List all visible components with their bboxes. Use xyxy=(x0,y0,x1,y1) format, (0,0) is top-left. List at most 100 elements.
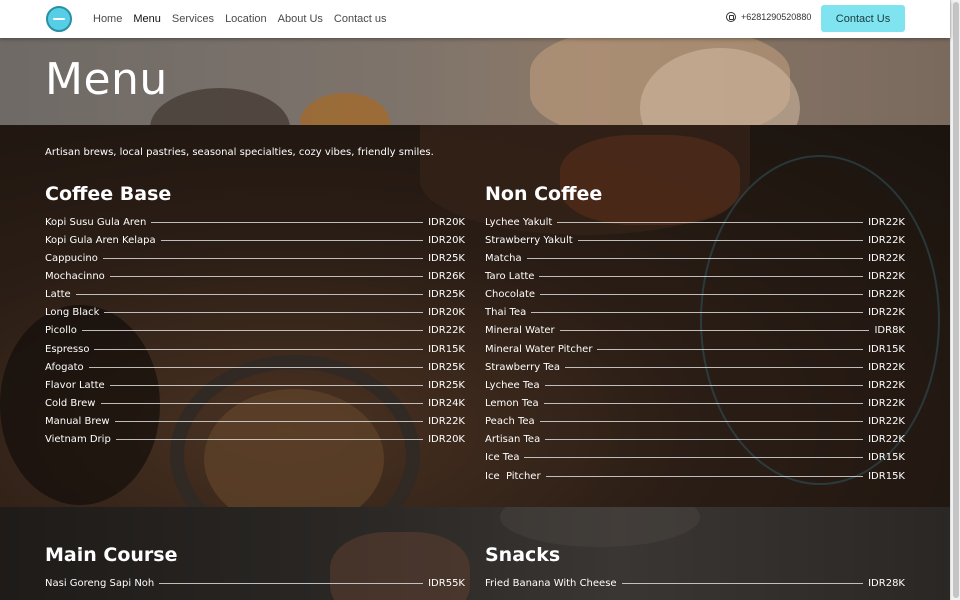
menu-item: Cold Brew IDR24K xyxy=(45,394,465,412)
nav-link-about-us[interactable]: About Us xyxy=(278,13,323,25)
menu-item: Manual Brew IDR22K xyxy=(45,413,465,431)
menu-item-name: Long Black xyxy=(45,307,100,319)
menu-item-leader-line xyxy=(102,257,424,259)
menu-item-price: IDR22K xyxy=(868,361,905,373)
menu-item: Afogato IDR25K xyxy=(45,358,465,376)
menu-item-leader-line xyxy=(545,475,864,477)
menu-item-name: Lychee Yakult xyxy=(485,216,553,228)
menu-item-leader-line xyxy=(544,384,864,386)
menu-item-price: IDR15K xyxy=(868,343,905,355)
menu-item-leader-line xyxy=(100,402,424,404)
navbar: Home Menu Services Location About Us Con… xyxy=(0,0,950,38)
menu-item-price: IDR22K xyxy=(868,270,905,282)
menu-item-price: IDR25K xyxy=(428,289,465,301)
nav-link-contact-us[interactable]: Contact us xyxy=(334,13,387,25)
menu-item: Espresso IDR15K xyxy=(45,340,465,358)
page-scrollbar[interactable] xyxy=(950,0,960,600)
menu-item: Kopi Susu Gula Aren IDR20K xyxy=(45,213,465,231)
menu-item-leader-line xyxy=(543,402,864,404)
menu-item-name: Mineral Water Pitcher xyxy=(485,343,593,355)
menu-item-leader-line xyxy=(524,457,864,459)
menu-item-name: Strawberry Tea xyxy=(485,361,561,373)
menu-item: Mochacinno IDR26K xyxy=(45,267,465,285)
menu-item-name: Ice Tea xyxy=(485,452,520,464)
menu-item-price: IDR24K xyxy=(428,397,465,409)
menu-item-leader-line xyxy=(557,221,864,223)
category-title-coffee: Coffee Base xyxy=(45,183,172,205)
menu-item-leader-line xyxy=(94,348,424,350)
phone-number: +6281290520880 xyxy=(741,12,812,22)
menu-item: Mineral Water IDR8K xyxy=(485,322,905,340)
menu-item-name: Fried Banana With Cheese xyxy=(485,577,617,589)
menu-item-name: Cold Brew xyxy=(45,397,96,409)
main-course-menu-list: Nasi Goreng Sapi Noh IDR55K xyxy=(45,574,465,592)
menu-item-leader-line xyxy=(597,348,864,350)
bg-shape xyxy=(500,507,700,547)
menu-item-price: IDR22K xyxy=(868,216,905,228)
menu-item-price: IDR22K xyxy=(868,252,905,264)
menu-item-name: Manual Brew xyxy=(45,416,110,428)
menu-item: Flavor Latte IDR25K xyxy=(45,376,465,394)
menu-item-leader-line xyxy=(621,582,864,584)
menu-item-leader-line xyxy=(539,421,864,423)
nav-link-location[interactable]: Location xyxy=(225,13,267,25)
menu-item-price: IDR22K xyxy=(868,434,905,446)
menu-item-price: IDR15K xyxy=(428,343,465,355)
menu-item-price: IDR20K xyxy=(428,434,465,446)
menu-item-leader-line xyxy=(151,221,424,223)
menu-item: Lychee Yakult IDR22K xyxy=(485,213,905,231)
menu-item: Nasi Goreng Sapi Noh IDR55K xyxy=(45,574,465,592)
menu-item: Peach Tea IDR22K xyxy=(485,413,905,431)
menu-item-price: IDR22K xyxy=(868,289,905,301)
logo-mark xyxy=(53,18,65,20)
menu-item-leader-line xyxy=(531,312,864,314)
menu-item: Strawberry Yakult IDR22K xyxy=(485,231,905,249)
menu-item-leader-line xyxy=(109,384,424,386)
bg-shape xyxy=(560,135,740,225)
hero-bg-shape xyxy=(300,93,390,125)
menu-item-name: Espresso xyxy=(45,343,90,355)
menu-item: Picollo IDR22K xyxy=(45,322,465,340)
nav-link-home[interactable]: Home xyxy=(93,13,122,25)
menu-item-name: Cappucino xyxy=(45,252,98,264)
menu-item-leader-line xyxy=(114,421,424,423)
hero-bg-shape xyxy=(150,88,290,125)
menu-item-leader-line xyxy=(526,257,864,259)
menu-item-price: IDR20K xyxy=(428,234,465,246)
phone-contact[interactable]: +6281290520880 xyxy=(726,12,811,22)
menu-item-name: Latte xyxy=(45,289,71,301)
menu-item-leader-line xyxy=(577,239,864,241)
menu-item-leader-line xyxy=(540,294,864,296)
menu-item-name: Matcha xyxy=(485,252,522,264)
menu-item-price: IDR22K xyxy=(868,307,905,319)
drinks-menu-section: Artisan brews, local pastries, seasonal … xyxy=(0,125,950,507)
nav-link-services[interactable]: Services xyxy=(172,13,214,25)
menu-item-name: Thai Tea xyxy=(485,307,527,319)
menu-item: Thai Tea IDR22K xyxy=(485,304,905,322)
menu-item-price: IDR15K xyxy=(868,470,905,482)
menu-item-leader-line xyxy=(88,366,424,368)
page-title: Menu xyxy=(45,54,168,105)
scrollbar-thumb[interactable] xyxy=(953,2,959,598)
menu-item-name: Chocolate xyxy=(485,289,536,301)
menu-item-price: IDR8K xyxy=(874,325,905,337)
menu-item-leader-line xyxy=(545,439,864,441)
menu-item-name: Flavor Latte xyxy=(45,379,105,391)
menu-item-leader-line xyxy=(115,439,424,441)
menu-item: Strawberry Tea IDR22K xyxy=(485,358,905,376)
menu-item-leader-line xyxy=(104,312,424,314)
menu-item-name: Lychee Tea xyxy=(485,379,540,391)
menu-item-price: IDR22K xyxy=(868,397,905,409)
logo[interactable] xyxy=(46,6,72,32)
menu-item: Latte IDR25K xyxy=(45,286,465,304)
menu-item-price: IDR55K xyxy=(428,577,465,589)
menu-item: Chocolate IDR22K xyxy=(485,286,905,304)
menu-item-leader-line xyxy=(81,330,424,332)
nav-link-menu[interactable]: Menu xyxy=(133,13,161,25)
contact-us-button[interactable]: Contact Us xyxy=(821,5,905,32)
noncoffee-menu-list: Lychee Yakult IDR22K Strawberry Yakult IDR2… xyxy=(485,213,905,485)
menu-item-price: IDR20K xyxy=(428,216,465,228)
menu-item: Matcha IDR22K xyxy=(485,249,905,267)
menu-item-name: Taro Latte xyxy=(485,270,535,282)
menu-item: Ice Tea IDR15K xyxy=(485,449,905,467)
